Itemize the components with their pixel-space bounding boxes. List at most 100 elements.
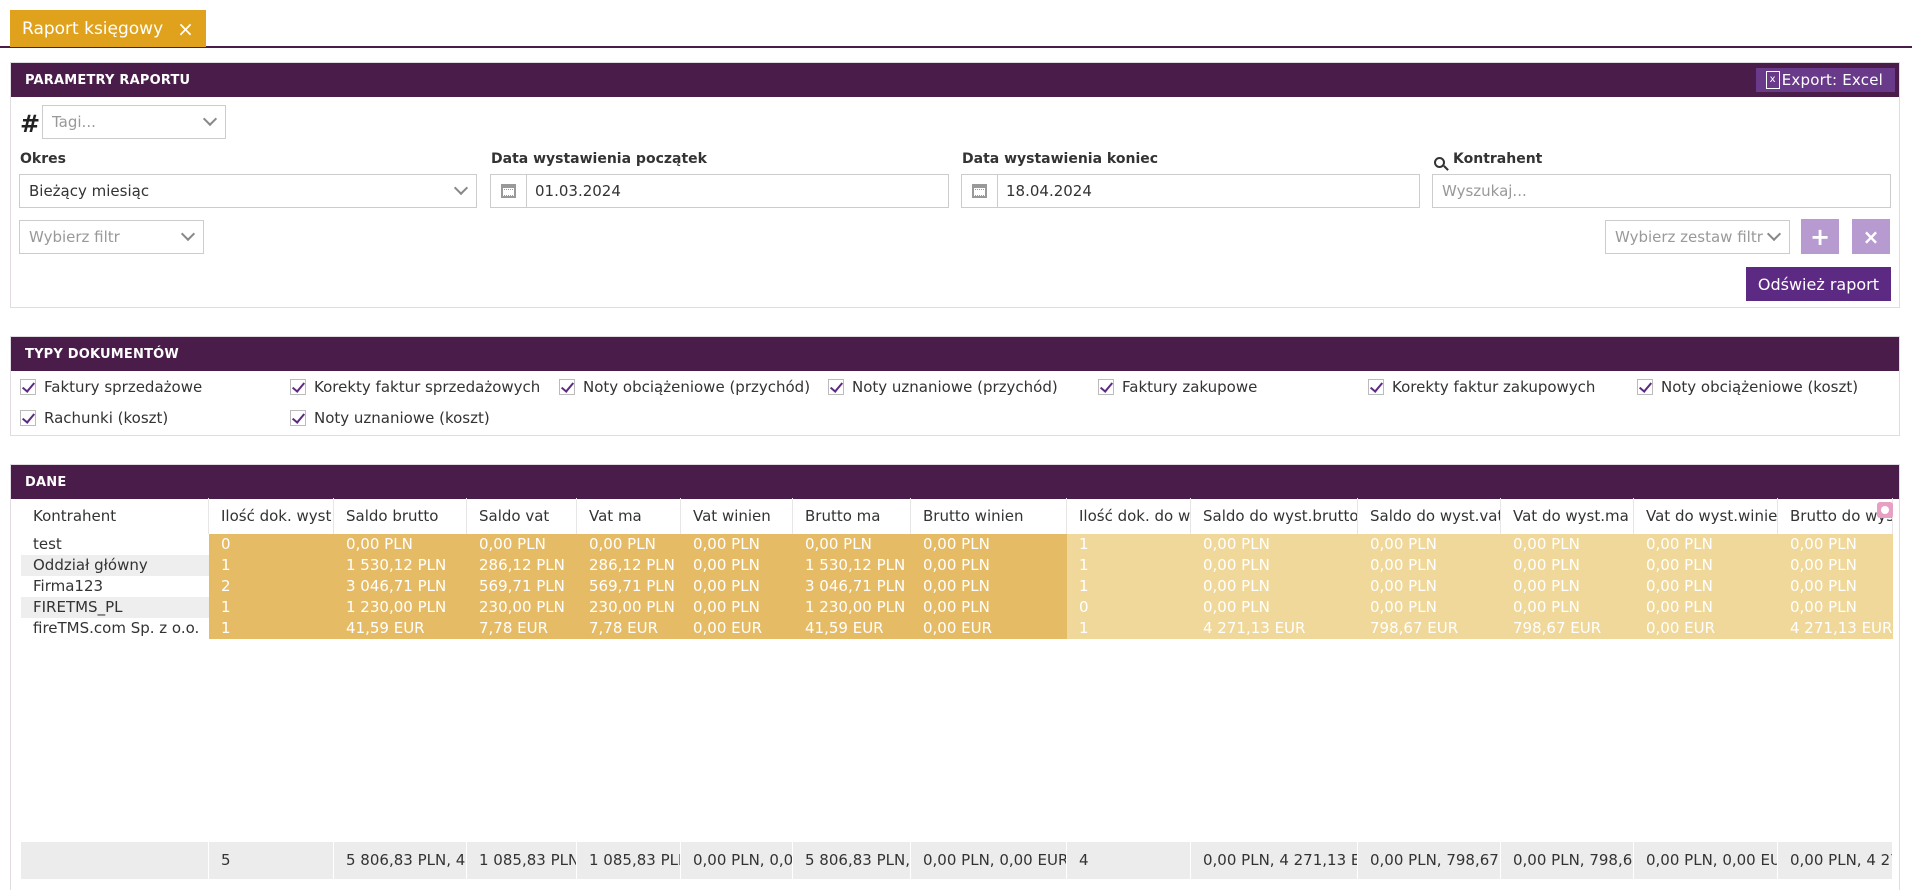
checkbox-checked-icon[interactable]	[1368, 379, 1384, 395]
table-cell: Firma123	[21, 576, 209, 597]
doc-type-label: Noty uznaniowe (przychód)	[852, 378, 1058, 396]
checkbox-checked-icon[interactable]	[20, 379, 36, 395]
table-row[interactable]: fireTMS.com Sp. z o.o. 1 41,59 EUR 7,78 EUR…	[21, 618, 1893, 639]
table-row[interactable]: test 0 0,00 PLN 0,00 PLN 0,00 PLN 0,00 PLN 0,0…	[21, 534, 1893, 555]
table-cell: 0,00 PLN	[1634, 576, 1778, 597]
checkbox-checked-icon[interactable]	[1637, 379, 1653, 395]
doc-type-label: Faktury sprzedażowe	[44, 378, 203, 396]
table-cell: 1	[209, 618, 334, 639]
kontrahent-placeholder: Wyszukaj...	[1442, 182, 1527, 200]
doc-type-checkbox[interactable]: Noty uznaniowe (przychód)	[828, 378, 1058, 396]
totals-cell: 0,00 PLN, 0,00 EUR	[911, 842, 1067, 879]
column-header[interactable]: Ilość dok. do w	[1067, 498, 1191, 534]
export-excel-label: Export: Excel	[1781, 71, 1883, 89]
table-cell: 0,00 PLN	[1501, 555, 1634, 576]
table-cell: 0,00 PLN	[681, 597, 793, 618]
doc-type-checkbox[interactable]: Faktury sprzedażowe	[20, 378, 202, 396]
okres-select[interactable]: Bieżący miesiąc	[19, 174, 477, 208]
table-cell: 0,00 PLN	[1191, 555, 1358, 576]
column-header[interactable]: Vat ma	[577, 498, 681, 534]
filterset-placeholder: Wybierz zestaw filtr	[1615, 228, 1763, 246]
column-header[interactable]: Saldo do wyst.vat	[1358, 498, 1501, 534]
table-cell: 0,00 PLN	[911, 576, 1067, 597]
doc-type-checkbox[interactable]: Rachunki (koszt)	[20, 409, 168, 427]
filter-select[interactable]: Wybierz filtr	[19, 220, 204, 254]
table-cell: 7,78 EUR	[467, 618, 577, 639]
add-filterset-button[interactable]: +	[1801, 219, 1839, 254]
table-row[interactable]: Oddział główny 1 1 530,12 PLN 286,12 PLN 286…	[21, 555, 1893, 576]
doc-type-checkbox[interactable]: Faktury zakupowe	[1098, 378, 1257, 396]
table-row[interactable]: FIRETMS_PL 1 1 230,00 PLN 230,00 PLN 230,00 …	[21, 597, 1893, 618]
table-cell: 0,00 EUR	[1634, 618, 1778, 639]
checkbox-checked-icon[interactable]	[290, 410, 306, 426]
checkbox-checked-icon[interactable]	[828, 379, 844, 395]
totals-cell: 5 806,83 PLN, 4	[793, 842, 911, 879]
close-icon[interactable]: ×	[177, 19, 194, 39]
column-header[interactable]: Saldo do wyst.brutto	[1191, 498, 1358, 534]
chevron-down-icon	[1766, 226, 1782, 242]
table-cell: 0,00 PLN	[1634, 597, 1778, 618]
calendar-icon[interactable]	[962, 175, 998, 207]
column-settings-icon[interactable]	[1877, 502, 1893, 518]
column-header[interactable]: Kontrahent	[21, 498, 209, 534]
tags-placeholder: Tagi...	[52, 113, 96, 131]
column-header[interactable]: Brutto winien	[911, 498, 1067, 534]
column-header[interactable]: Brutto do wys	[1778, 498, 1893, 534]
doc-type-checkbox[interactable]: Korekty faktur zakupowych	[1368, 378, 1595, 396]
table-cell: 798,67 EUR	[1501, 618, 1634, 639]
column-header[interactable]: Brutto ma	[793, 498, 911, 534]
doc-types-title: TYPY DOKUMENTÓW	[25, 346, 179, 362]
column-header[interactable]: Saldo brutto	[334, 498, 467, 534]
end-date-label: Data wystawienia koniec	[962, 151, 1159, 167]
totals-cell: 1 085,83 PLN,	[467, 842, 577, 879]
remove-filterset-button[interactable]: ×	[1852, 219, 1890, 254]
chevron-down-icon	[202, 111, 218, 127]
end-date-input[interactable]: 18.04.2024	[961, 174, 1420, 208]
totals-cell: 5 806,83 PLN, 41,	[334, 842, 467, 879]
report-params-header: PARAMETRY RAPORTU x Export: Excel	[11, 63, 1899, 97]
refresh-report-button[interactable]: Odśwież raport	[1745, 267, 1891, 301]
column-header[interactable]: Saldo vat	[467, 498, 577, 534]
table-cell: 1	[1067, 555, 1191, 576]
column-header[interactable]: Ilość dok. wyst.	[209, 498, 334, 534]
tab-bar: Raport księgowy ×	[0, 0, 1912, 48]
totals-cell: 0,00 PLN, 798,67	[1501, 842, 1634, 879]
doc-type-label: Noty obciążeniowe (przychód)	[583, 378, 811, 396]
totals-cell: 4	[1067, 842, 1191, 879]
totals-cell: 0,00 PLN, 0,00	[681, 842, 793, 879]
table-cell: 569,71 PLN	[577, 576, 681, 597]
table-cell: 0,00 PLN	[1501, 597, 1634, 618]
checkbox-checked-icon[interactable]	[559, 379, 575, 395]
checkbox-checked-icon[interactable]	[290, 379, 306, 395]
end-date-value: 18.04.2024	[1006, 182, 1092, 200]
table-cell: 7,78 EUR	[577, 618, 681, 639]
doc-type-checkbox[interactable]: Korekty faktur sprzedażowych	[290, 378, 540, 396]
checkbox-checked-icon[interactable]	[20, 410, 36, 426]
doc-type-checkbox[interactable]: Noty uznaniowe (koszt)	[290, 409, 490, 427]
table-cell: 1	[1067, 534, 1191, 555]
table-row[interactable]: Firma123 2 3 046,71 PLN 569,71 PLN 569,71 PL…	[21, 576, 1893, 597]
table-cell: 0,00 PLN	[1358, 534, 1501, 555]
column-header[interactable]: Vat winien	[681, 498, 793, 534]
export-excel-button[interactable]: x Export: Excel	[1755, 68, 1895, 92]
table-cell: 0,00 PLN	[793, 534, 911, 555]
tab-raport-ksiegowy[interactable]: Raport księgowy ×	[10, 10, 206, 47]
excel-icon: x	[1765, 71, 1780, 89]
chevron-down-icon	[180, 226, 196, 242]
kontrahent-search-input[interactable]: Wyszukaj...	[1432, 174, 1891, 208]
doc-type-checkbox[interactable]: Noty obciążeniowe (przychód)	[559, 378, 810, 396]
column-header[interactable]: Vat do wyst.ma	[1501, 498, 1634, 534]
search-icon	[1434, 157, 1445, 168]
calendar-icon[interactable]	[491, 175, 527, 207]
table-cell: 1	[209, 555, 334, 576]
table-cell: 0,00 PLN	[911, 555, 1067, 576]
column-header[interactable]: Vat do wyst.winien	[1634, 498, 1778, 534]
checkbox-checked-icon[interactable]	[1098, 379, 1114, 395]
doc-type-checkbox[interactable]: Noty obciążeniowe (koszt)	[1637, 378, 1858, 396]
doc-type-label: Faktury zakupowe	[1122, 378, 1258, 396]
totals-cell: 0,00 PLN, 798,67 E	[1358, 842, 1501, 879]
start-date-value: 01.03.2024	[535, 182, 621, 200]
tags-select[interactable]: Tagi...	[42, 105, 226, 139]
start-date-input[interactable]: 01.03.2024	[490, 174, 949, 208]
filterset-select[interactable]: Wybierz zestaw filtr	[1605, 220, 1790, 254]
